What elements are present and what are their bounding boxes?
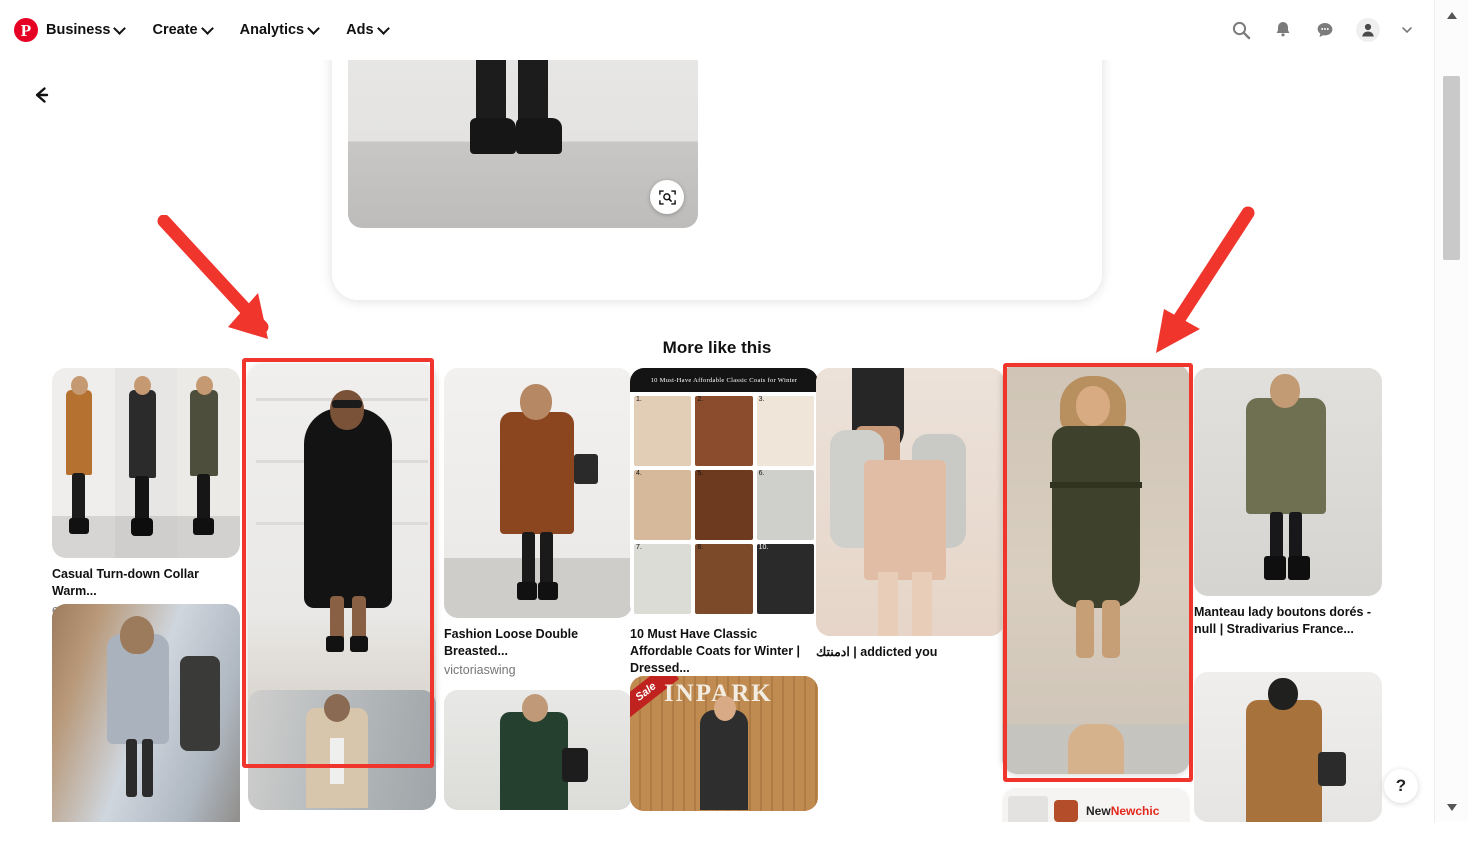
- page-scrollbar[interactable]: [1434, 0, 1468, 822]
- pin-card-fashion-loose-double-breasted[interactable]: Fashion Loose Double Breasted... victori…: [444, 368, 632, 677]
- pin-image: [444, 368, 632, 618]
- scrollbar-thumb[interactable]: [1443, 76, 1460, 260]
- pin-image: [816, 368, 1004, 636]
- pin-thumbnail[interactable]: 10 Must-Have Affordable Classic Coats fo…: [630, 368, 818, 618]
- back-arrow-icon[interactable]: [28, 82, 54, 108]
- visual-search-icon[interactable]: [650, 180, 684, 214]
- pin-thumbnail[interactable]: [1194, 672, 1382, 822]
- chevron-down-icon: [115, 24, 124, 33]
- pinterest-page: P Business Create Analytics Ads More lik…: [0, 0, 1468, 857]
- nav-item-business[interactable]: Business: [46, 22, 124, 38]
- pin-title: Manteau lady boutons dorés - null | Stra…: [1194, 605, 1372, 636]
- chevron-down-icon: [379, 24, 388, 33]
- pin-card-inpark-sale[interactable]: Sale INPARK: [630, 676, 818, 811]
- messages-chat-icon[interactable]: [1314, 19, 1336, 41]
- pin-thumbnail[interactable]: [444, 368, 632, 618]
- newchic-badge: NewNewchic: [1086, 804, 1160, 818]
- pin-image: [248, 690, 436, 810]
- pin-image: Sale INPARK: [630, 676, 818, 811]
- pin-title: 10 Must Have Classic Affordable Coats fo…: [630, 627, 801, 675]
- pin-image: [444, 690, 632, 810]
- pin-card-camel-coat[interactable]: [1194, 672, 1382, 822]
- pin-title: Casual Turn-down Collar Warm...: [52, 567, 199, 598]
- more-like-this-heading: More like this: [662, 338, 772, 357]
- scroll-down-icon[interactable]: [1435, 794, 1468, 820]
- account-avatar-icon[interactable]: [1356, 18, 1380, 42]
- page-bottom-strip: [0, 822, 1468, 857]
- nav-item-business-label: Business: [46, 22, 111, 38]
- nav-item-create-label: Create: [152, 22, 198, 38]
- pin-image: [52, 368, 240, 558]
- nav-item-analytics[interactable]: Analytics: [240, 22, 318, 38]
- pin-card-casual-turn-down-collar[interactable]: Casual Turn-down Collar Warm... ecofashi…: [52, 368, 240, 617]
- chevron-down-icon: [309, 24, 318, 33]
- collage-header-banner: 10 Must-Have Affordable Classic Coats fo…: [630, 368, 818, 392]
- promoted-pin-card-fray-apparel[interactable]: FRAY Promoted by Fray Apparel: [1002, 364, 1190, 774]
- related-pins-grid: Casual Turn-down Collar Warm... ecofashi…: [52, 364, 1382, 834]
- pin-thumbnail[interactable]: [248, 690, 436, 810]
- nav-item-create[interactable]: Create: [152, 22, 211, 38]
- nav-item-analytics-label: Analytics: [239, 22, 305, 38]
- promoted-pin-thumbnail[interactable]: [248, 364, 436, 768]
- annotation-arrow-right-icon: [1156, 206, 1255, 353]
- account-menu-chevron-down-icon[interactable]: [1400, 19, 1414, 41]
- pin-card-manteau-stradivarius[interactable]: Manteau lady boutons dorés - null | Stra…: [1194, 368, 1382, 638]
- pin-card-10-must-have-coats[interactable]: 10 Must-Have Affordable Classic Coats fo…: [630, 368, 818, 677]
- pin-image: [52, 604, 240, 834]
- nav-item-ads-label: Ads: [346, 22, 374, 38]
- help-button[interactable]: ?: [1384, 769, 1418, 803]
- pin-thumbnail[interactable]: Sale INPARK: [630, 676, 818, 811]
- pin-title: Fashion Loose Double Breasted...: [444, 627, 579, 658]
- pin-thumbnail[interactable]: [816, 368, 1004, 636]
- pinterest-logo-icon[interactable]: P: [14, 18, 38, 42]
- pin-card-beige-blazer[interactable]: [248, 690, 436, 810]
- pin-thumbnail[interactable]: [52, 604, 240, 834]
- pin-image: [1002, 364, 1190, 774]
- chevron-down-icon: [203, 24, 212, 33]
- scroll-up-icon[interactable]: [1435, 2, 1468, 28]
- pin-card-dark-green-coat[interactable]: [444, 690, 632, 810]
- pin-source[interactable]: victoriaswing: [444, 663, 632, 677]
- promoted-pin-thumbnail[interactable]: [1002, 364, 1190, 774]
- pin-card-grey-coat-street[interactable]: [52, 604, 240, 842]
- top-navigation-bar: P Business Create Analytics Ads: [0, 0, 1434, 60]
- annotation-arrow-left-icon: [157, 215, 269, 339]
- search-icon[interactable]: [1230, 19, 1252, 41]
- notifications-bell-icon[interactable]: [1272, 19, 1294, 41]
- pin-card-addicted-you[interactable]: ادمنتك | addicted you: [816, 368, 1004, 661]
- pin-thumbnail[interactable]: [444, 690, 632, 810]
- nav-item-ads[interactable]: Ads: [346, 22, 387, 38]
- pin-title: ادمنتك | addicted you: [816, 645, 938, 659]
- pin-image: 10 Must-Have Affordable Classic Coats fo…: [630, 368, 818, 618]
- pin-thumbnail[interactable]: [1194, 368, 1382, 596]
- pin-thumbnail[interactable]: [52, 368, 240, 558]
- pin-image: [1194, 368, 1382, 596]
- pin-image: [1194, 672, 1382, 822]
- nav-icon-group: [1230, 18, 1420, 42]
